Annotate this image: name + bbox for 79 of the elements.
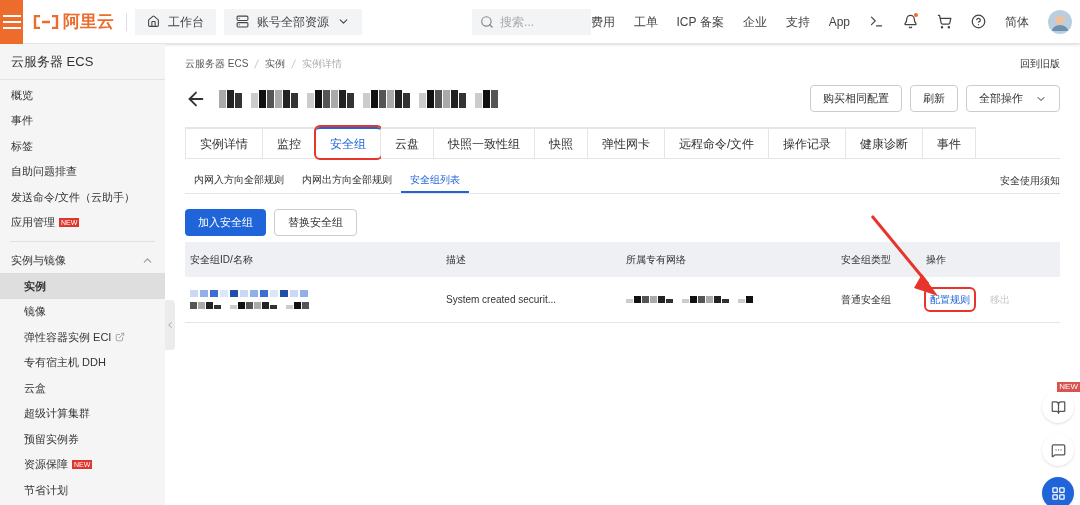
nav-link[interactable]: 支持 <box>785 12 810 31</box>
grid-icon <box>1050 485 1066 501</box>
sidebar-item[interactable]: 发送命令/文件（云助手） <box>0 184 165 210</box>
menu-button[interactable] <box>0 0 24 44</box>
terminal-icon[interactable] <box>869 14 884 29</box>
tab[interactable]: 快照 <box>535 127 588 158</box>
logo-icon <box>33 14 60 29</box>
sidebar-item[interactable]: 预留实例券 <box>0 426 165 452</box>
breadcrumb-separator-icon <box>291 58 297 69</box>
table-cell-text: System created securit... <box>446 293 558 307</box>
nav-link[interactable]: 费用 <box>590 12 615 31</box>
book-icon <box>1050 399 1066 415</box>
chat-icon <box>1050 442 1066 458</box>
action-button[interactable]: 替换安全组 <box>274 209 357 236</box>
bell-icon[interactable] <box>903 14 918 29</box>
server-icon <box>236 15 250 28</box>
action-button[interactable]: 加入安全组 <box>185 209 266 236</box>
logo-text: 阿里云 <box>63 10 115 33</box>
avatar[interactable] <box>1048 9 1072 34</box>
sidebar-item[interactable]: 弹性容器实例 ECI <box>0 324 165 350</box>
sub-tab[interactable]: 内网入方向全部规则 <box>185 168 293 193</box>
header-button[interactable]: 购买相同配置 <box>810 85 902 112</box>
tab[interactable]: 安全组 <box>316 127 381 158</box>
tab[interactable]: 操作记录 <box>769 127 847 158</box>
old-version-link[interactable]: 回到旧版 <box>1020 56 1060 71</box>
header-button[interactable]: 刷新 <box>910 85 958 112</box>
tab[interactable]: 监控 <box>263 127 316 158</box>
column-header: 所属专有网络 <box>626 253 687 267</box>
table-cell-text: 普通安全组 <box>841 293 892 307</box>
sidebar-item[interactable]: 自助问题排查 <box>0 158 165 184</box>
column-header: 描述 <box>446 253 467 267</box>
home-icon <box>147 15 161 28</box>
floating-button[interactable] <box>1042 434 1074 466</box>
sidebar-item[interactable]: 超级计算集群 <box>0 400 165 426</box>
tab[interactable]: 弹性网卡 <box>588 127 665 158</box>
search-icon <box>480 14 495 29</box>
workbench-button[interactable]: 工作台 <box>135 8 217 35</box>
sidebar-item[interactable]: 标签 <box>0 133 165 159</box>
column-header: 安全组ID/名称 <box>190 253 254 267</box>
breadcrumb-item[interactable]: 实例 <box>265 56 286 71</box>
floating-button[interactable] <box>1042 391 1074 423</box>
resources-dropdown[interactable]: 账号全部资源 <box>224 8 363 35</box>
sidebar-item[interactable]: 云盒 <box>0 375 165 401</box>
sidebar-item[interactable]: 节省计划 <box>0 477 165 503</box>
row-action-link[interactable]: 配置规则 <box>926 289 974 310</box>
tab[interactable]: 云盘 <box>381 127 434 158</box>
chevron-left-icon <box>165 320 175 330</box>
tab[interactable]: 事件 <box>923 127 977 158</box>
sidebar-item[interactable]: 事件 <box>0 107 165 133</box>
sub-tab[interactable]: 安全组列表 <box>401 168 469 193</box>
sidebar-item[interactable]: 实例 <box>0 273 165 299</box>
cart-icon[interactable] <box>937 14 952 29</box>
nav-link[interactable]: App <box>828 12 850 31</box>
nav-link[interactable]: 工单 <box>633 12 658 31</box>
breadcrumb-item[interactable]: 云服务器 ECS <box>185 56 249 71</box>
tab[interactable]: 远程命令/文件 <box>665 127 770 158</box>
nav-link[interactable]: ICP 备案 <box>676 12 724 31</box>
column-header: 安全组类型 <box>841 253 892 267</box>
nav-link[interactable]: 企业 <box>742 12 767 31</box>
sidebar-group-header[interactable]: 实例与镜像 <box>0 248 165 273</box>
tab[interactable]: 实例详情 <box>185 127 263 158</box>
menu-icon <box>2 14 21 29</box>
collapse-handle[interactable] <box>165 300 175 350</box>
sidebar-item[interactable]: 概览 <box>0 82 165 108</box>
sidebar-title: 云服务器 ECS <box>0 44 165 80</box>
sidebar-item[interactable]: 镜像 <box>0 298 165 324</box>
language-link[interactable]: 简体 <box>1005 12 1029 31</box>
sub-tab[interactable]: 内网出方向全部规则 <box>293 168 401 193</box>
help-icon[interactable] <box>971 14 986 29</box>
header-button[interactable]: 全部操作 <box>966 85 1060 112</box>
security-notice-link[interactable]: 安全使用须知 <box>1000 168 1060 193</box>
floating-button[interactable] <box>1042 477 1074 505</box>
column-header: 操作 <box>926 253 947 267</box>
breadcrumb-separator-icon <box>254 58 260 69</box>
tab[interactable]: 快照一致性组 <box>434 127 535 158</box>
sidebar-item[interactable]: 专有宿主机 DDH <box>0 349 165 375</box>
new-badge: NEW <box>1057 382 1080 392</box>
search-field[interactable]: 搜索... <box>472 8 591 35</box>
tab[interactable]: 健康诊断 <box>846 127 924 158</box>
